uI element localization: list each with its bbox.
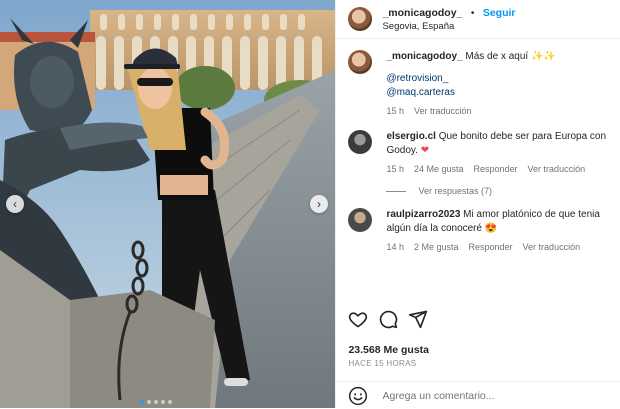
smiley-face-icon[interactable] xyxy=(348,386,368,406)
chevron-right-icon[interactable]: › xyxy=(310,195,328,213)
divider xyxy=(386,190,407,192)
translate-button[interactable]: Ver traducción xyxy=(528,162,586,176)
red-heart-emoji: ❤ xyxy=(420,145,430,156)
reply-button[interactable]: Responder xyxy=(469,240,513,254)
caption-time: 15 h xyxy=(386,106,404,116)
carousel-dot xyxy=(161,400,165,404)
view-replies-button[interactable]: Ver respuestas (7) xyxy=(386,186,612,196)
location-link[interactable]: Segovia, España xyxy=(382,20,515,33)
mention-link[interactable]: @maq.carteras xyxy=(386,86,555,100)
caption-username[interactable]: _monicagodoy_ xyxy=(386,51,462,62)
separator-dot: • xyxy=(470,8,475,19)
post-details-panel: _monicagodoy_ • Seguir Segovia, España _… xyxy=(335,0,620,408)
reply-button[interactable]: Responder xyxy=(474,162,518,176)
post-photo[interactable]: ‹ › xyxy=(0,0,336,408)
author-username[interactable]: _monicagodoy_ xyxy=(382,7,462,19)
chevron-left-icon[interactable]: ‹ xyxy=(6,195,24,213)
avatar[interactable] xyxy=(348,7,373,31)
paper-plane-icon[interactable] xyxy=(408,309,428,329)
carousel-dots xyxy=(140,400,172,404)
avatar[interactable] xyxy=(348,208,373,232)
comment-username[interactable]: elsergio.cl xyxy=(386,131,435,142)
post-timestamp: HACE 15 HORAS xyxy=(348,359,417,368)
comments-list: _monicagodoy_ Más de x aquí ✨✨ @retrovis… xyxy=(348,50,612,266)
comment-username[interactable]: raulpizarro2023 xyxy=(386,209,460,220)
carousel-dot xyxy=(154,400,158,404)
heart-eyes-emoji: 😍 xyxy=(484,223,498,234)
comment-item: raulpizarro2023 Mi amor platónico de que… xyxy=(348,208,612,254)
comment-likes[interactable]: 24 Me gusta xyxy=(414,162,464,176)
mention-link[interactable]: @retrovision_ xyxy=(386,72,555,86)
follow-button[interactable]: Seguir xyxy=(483,7,516,19)
add-comment-bar xyxy=(336,381,620,409)
translate-button[interactable]: Ver traducción xyxy=(523,240,581,254)
action-bar xyxy=(348,306,608,332)
comment-input[interactable] xyxy=(380,388,605,403)
caption: _monicagodoy_ Más de x aquí ✨✨ @retrovis… xyxy=(348,50,612,118)
avatar[interactable] xyxy=(348,130,373,154)
carousel-dot xyxy=(140,400,144,404)
header-text: _monicagodoy_ • Seguir Segovia, España xyxy=(382,5,515,33)
comment-likes[interactable]: 2 Me gusta xyxy=(414,240,459,254)
likes-count[interactable]: 23.568 Me gusta xyxy=(348,344,429,356)
carousel-dot xyxy=(168,400,172,404)
heart-outline-icon[interactable] xyxy=(348,309,368,329)
translate-button[interactable]: Ver traducción xyxy=(414,104,472,118)
carousel-dot xyxy=(147,400,151,404)
avatar[interactable] xyxy=(348,50,373,74)
comment-bubble-icon[interactable] xyxy=(378,309,398,329)
comment-time: 14 h xyxy=(386,242,404,252)
view-replies-label: Ver respuestas (7) xyxy=(418,186,492,196)
instagram-post-view: ‹ › _monicagodoy_ • Seguir Segovia, Espa… xyxy=(0,0,620,408)
comment-item: elsergio.cl Que bonito debe ser para Eur… xyxy=(348,130,612,176)
post-header: _monicagodoy_ • Seguir Segovia, España xyxy=(336,0,620,39)
comment-time: 15 h xyxy=(386,164,404,174)
photo-illustration xyxy=(0,0,336,408)
caption-text: Más de x aquí ✨✨ xyxy=(465,51,556,62)
